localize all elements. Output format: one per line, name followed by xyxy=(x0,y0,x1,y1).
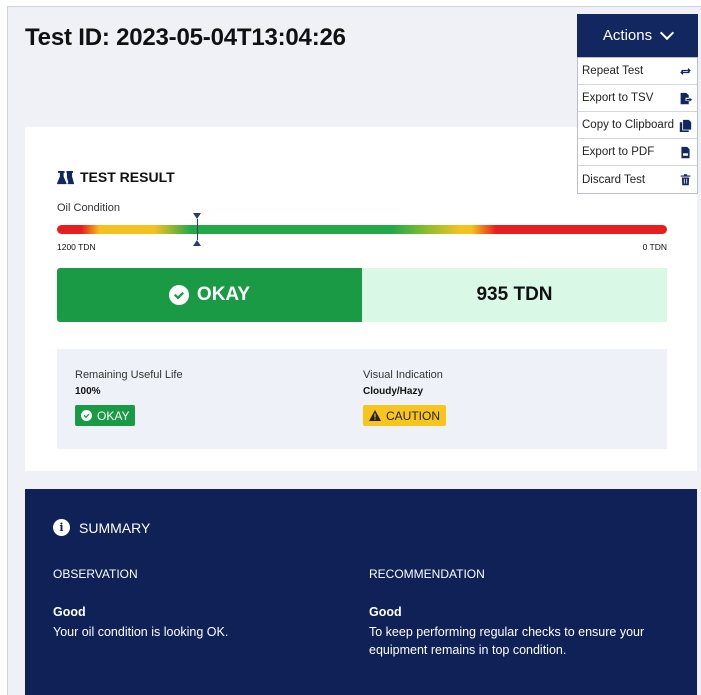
actions-menu: Repeat Test Export to TSV Copy to Clipbo… xyxy=(577,57,698,194)
copy-icon xyxy=(679,119,692,132)
menu-item-export-tsv[interactable]: Export to TSV xyxy=(578,85,697,112)
recommendation-heading: RECOMMENDATION xyxy=(369,567,485,581)
page: Test ID: 2023-05-04T13:04:26 Actions Rep… xyxy=(7,6,701,695)
actions-label: Actions xyxy=(602,27,653,44)
menu-item-label: Export to TSV xyxy=(582,92,654,104)
observation-value: Good xyxy=(53,605,86,619)
trash-icon xyxy=(680,174,691,186)
info-icon: i xyxy=(53,519,70,536)
visual-value: Cloudy/Hazy xyxy=(363,386,424,397)
check-circle-icon xyxy=(168,285,189,305)
export-file-icon xyxy=(680,92,692,104)
badge-label: OKAY xyxy=(97,408,130,423)
rul-label: Remaining Useful Life xyxy=(75,369,183,381)
section-title: TEST RESULT xyxy=(80,169,175,185)
summary-panel: i SUMMARY OBSERVATION Good Your oil cond… xyxy=(25,489,697,695)
check-circle-icon xyxy=(81,410,92,421)
menu-item-discard-test[interactable]: Discard Test xyxy=(578,166,697,193)
menu-item-label: Export to PDF xyxy=(582,146,655,158)
recommendation-text: To keep performing regular checks to ens… xyxy=(369,625,645,657)
status-value: 935 TDN xyxy=(476,284,553,305)
oil-condition-label: Oil Condition xyxy=(57,202,120,214)
badge-label: CAUTION xyxy=(386,408,440,423)
recommendation-value: Good xyxy=(369,605,402,619)
status-value-panel: 935 TDN xyxy=(362,268,667,322)
pdf-icon xyxy=(681,146,690,158)
gauge-scale-min: 1200 TDN xyxy=(57,242,96,252)
summary-heading: i SUMMARY xyxy=(53,519,150,536)
menu-item-repeat-test[interactable]: Repeat Test xyxy=(578,58,697,85)
recommendation-section: RECOMMENDATION Good To keep performing r… xyxy=(369,567,669,659)
gauge-marker-bottom xyxy=(193,240,202,246)
observation-section: OBSERVATION Good Your oil condition is l… xyxy=(53,567,353,641)
rul-status-badge: OKAY xyxy=(75,405,136,426)
actions-button[interactable]: Actions xyxy=(577,14,698,57)
gauge-marker-line xyxy=(196,219,199,240)
gauge-scale-max: 0 TDN xyxy=(642,242,667,252)
visual-label: Visual Indication xyxy=(363,369,443,381)
status-label: OKAY xyxy=(196,284,251,305)
oil-condition-gauge xyxy=(57,225,667,234)
observation-heading: OBSERVATION xyxy=(53,567,138,581)
status-okay-panel: OKAY xyxy=(57,268,362,322)
rul-value: 100% xyxy=(75,386,101,397)
repeat-icon xyxy=(680,67,691,75)
status-row: OKAY 935 TDN xyxy=(57,268,667,322)
details-panel: Remaining Useful Life 100% OKAY Visual I… xyxy=(57,349,667,449)
menu-item-label: Repeat Test xyxy=(582,65,644,77)
menu-item-label: Discard Test xyxy=(582,173,646,186)
visual-indication: Visual Indication Cloudy/Hazy CAUTION xyxy=(363,369,446,426)
test-result-heading: TEST RESULT xyxy=(57,169,175,185)
observation-text: Your oil condition is looking OK. xyxy=(53,625,229,639)
menu-item-label: Copy to Clipboard xyxy=(582,119,675,131)
visual-status-badge: CAUTION xyxy=(363,405,446,426)
menu-item-export-pdf[interactable]: Export to PDF xyxy=(578,139,697,166)
summary-title: SUMMARY xyxy=(79,519,151,536)
remaining-useful-life: Remaining Useful Life 100% OKAY xyxy=(75,369,183,426)
menu-item-copy-clipboard[interactable]: Copy to Clipboard xyxy=(578,112,697,139)
chevron-down-icon xyxy=(660,25,675,40)
page-title: Test ID: 2023-05-04T13:04:26 xyxy=(25,24,346,51)
lab-flask-icon xyxy=(57,170,74,184)
warning-icon xyxy=(369,410,381,421)
